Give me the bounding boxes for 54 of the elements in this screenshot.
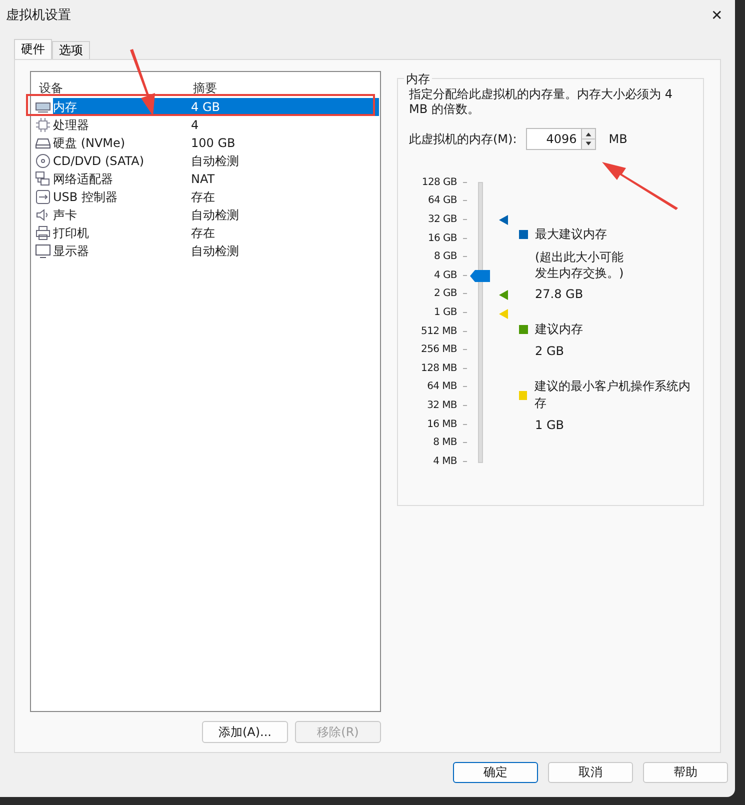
chip-icon <box>35 117 51 133</box>
scale-label: 4 MB <box>433 456 457 467</box>
monitor-icon <box>35 243 51 259</box>
scale-label: 2 GB <box>434 288 457 300</box>
legend-value: 1 GB <box>535 418 565 432</box>
dialog-button[interactable]: 帮助 <box>643 762 728 783</box>
scale-label: 64 GB <box>428 195 457 206</box>
usb-icon <box>35 189 51 205</box>
scale-label: 32 MB <box>427 400 457 411</box>
unit-label: MB <box>608 132 628 146</box>
disc-icon <box>35 153 51 169</box>
legend-title: 最大建议内存 <box>535 226 607 243</box>
legend-title: 建议的最小客户机操作系统内存 <box>534 378 692 412</box>
device-row[interactable]: 显示器 自动检测 <box>53 242 379 260</box>
device-row[interactable]: 硬盘 (NVMe) 100 GB <box>53 134 379 152</box>
scale-label: 128 GB <box>422 176 457 188</box>
scale-label: 512 MB <box>421 326 457 337</box>
dialog-button[interactable]: 取消 <box>548 762 633 783</box>
scale-label: 16 GB <box>428 232 457 244</box>
field-label: 此虚拟机的内存(M): <box>409 130 517 148</box>
scale-label: 4 GB <box>434 270 457 281</box>
memory-input[interactable]: 4096 <box>526 128 582 150</box>
legend-note: (超出此大小可能发生内存交换。) <box>535 249 625 281</box>
device-row[interactable]: 处理器 4 <box>53 116 379 134</box>
scale-label: 64 MB <box>427 381 457 392</box>
legend-title: 建议内存 <box>535 321 583 338</box>
scale-label: 16 MB <box>427 418 457 430</box>
legend-value: 27.8 GB <box>535 287 584 301</box>
group-title: 内存 <box>404 71 432 88</box>
network-icon <box>35 171 51 187</box>
slider-thumb[interactable] <box>470 270 490 282</box>
description-text: 指定分配给此虚拟机的内存量。内存大小必须为 4 MB 的倍数。 <box>409 87 674 117</box>
column-header: 设备 <box>38 80 64 97</box>
scale-label: 8 MB <box>433 437 457 448</box>
device-row[interactable]: USB 控制器 存在 <box>53 188 379 206</box>
device-row[interactable]: 声卡 自动检测 <box>53 206 379 224</box>
scale-label: 1 GB <box>434 306 457 318</box>
device-row[interactable]: 网络适配器 NAT <box>53 170 379 188</box>
scale-label: 32 GB <box>428 214 457 225</box>
dialog-button[interactable]: 确定 <box>453 762 538 783</box>
spin-arrows-icon[interactable] <box>582 128 596 150</box>
device-row[interactable]: CD/DVD (SATA) 自动检测 <box>53 152 379 170</box>
device-row[interactable]: 打印机 存在 <box>53 224 379 242</box>
scale-label: 128 MB <box>421 362 457 374</box>
tab[interactable]: 选项 <box>52 41 90 59</box>
printer-icon <box>35 225 51 241</box>
list-button[interactable]: 添加(A)... <box>202 721 288 743</box>
close-button[interactable]: ✕ <box>699 0 735 30</box>
legend-value: 2 GB <box>535 344 565 358</box>
window-title: 虚拟机设置 <box>6 7 71 24</box>
column-header: 摘要 <box>193 80 217 97</box>
tab[interactable]: 硬件 <box>14 39 52 59</box>
scale-label: 8 GB <box>434 251 457 262</box>
scale-label: 256 MB <box>421 344 457 356</box>
